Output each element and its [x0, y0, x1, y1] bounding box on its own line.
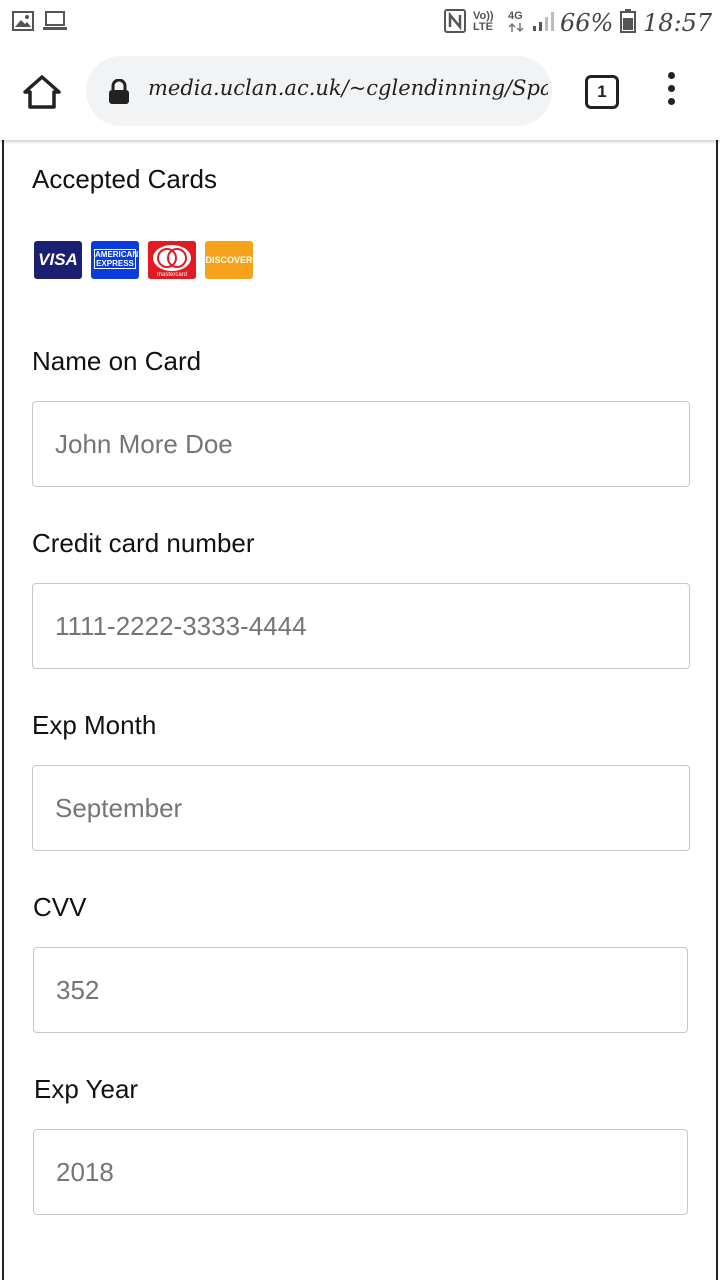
home-icon[interactable]: [22, 74, 62, 110]
exp-month-field: [32, 765, 690, 851]
payment-form: Accepted Cards VISA AMERICAN EXPRESS mas…: [2, 140, 718, 1280]
status-bar: Vo)) LTE 4G 66% 18:57: [0, 0, 720, 44]
exp-year-label: Exp Year: [34, 1074, 139, 1104]
data-arrows-icon: [508, 23, 524, 32]
gallery-icon: [12, 11, 34, 31]
card-number-label: Credit card number: [32, 528, 255, 558]
laptop-icon: [43, 11, 67, 30]
exp-year-field: [33, 1129, 688, 1215]
mastercard-icon: mastercard: [148, 241, 196, 279]
name-on-card-label: Name on Card: [32, 346, 202, 376]
exp-month-input[interactable]: [33, 766, 689, 850]
browser-toolbar: media.uclan.ac.uk/~cglendinning/Spa 1: [0, 44, 720, 140]
clock: 18:57: [643, 9, 713, 37]
exp-month-label: Exp Month: [32, 710, 157, 740]
discover-icon: DISCOVER: [205, 241, 253, 279]
exp-year-input[interactable]: [34, 1130, 687, 1214]
address-bar[interactable]: media.uclan.ac.uk/~cglendinning/Spa: [86, 56, 552, 126]
name-on-card-field: [32, 401, 690, 487]
nfc-icon: [444, 9, 466, 33]
amex-icon: AMERICAN EXPRESS: [91, 241, 139, 279]
network-type: 4G: [508, 10, 523, 22]
cvv-label: CVV: [33, 892, 87, 922]
battery-percentage: 66%: [560, 9, 614, 37]
cvv-input[interactable]: [34, 948, 687, 1032]
name-on-card-input[interactable]: [33, 402, 689, 486]
visa-icon: VISA: [34, 241, 82, 279]
signal-icon: [533, 12, 554, 31]
accepted-cards-label: Accepted Cards: [32, 164, 217, 194]
card-number-input[interactable]: [33, 584, 689, 668]
tab-switcher-button[interactable]: 1: [585, 75, 619, 109]
overflow-menu-icon[interactable]: [660, 72, 682, 112]
battery-icon: [620, 9, 636, 33]
lock-icon: [109, 79, 129, 104]
cvv-field: [33, 947, 688, 1033]
url-text: media.uclan.ac.uk/~cglendinning/Spa: [148, 76, 548, 100]
svg-text:mastercard: mastercard: [157, 272, 187, 278]
volte-indicator: Vo)) LTE: [473, 10, 494, 33]
card-number-field: [32, 583, 690, 669]
